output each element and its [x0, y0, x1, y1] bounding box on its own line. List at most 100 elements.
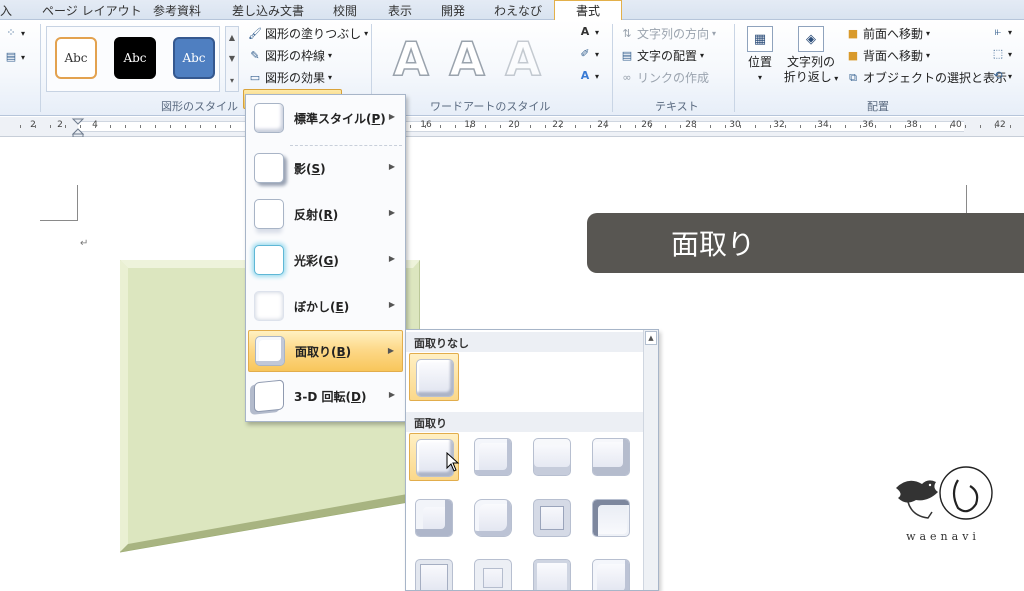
submenu-arrow-icon: ▶	[388, 162, 395, 171]
tab-view[interactable]: 表示	[388, 2, 412, 20]
submenu-arrow-icon: ▶	[388, 254, 395, 263]
bring-forward-button[interactable]: ■ 前面へ移動 ▾	[846, 25, 930, 42]
group-button[interactable]: ⬚ ▾	[991, 47, 1012, 61]
bevel-option-angle[interactable]	[409, 494, 459, 542]
ruler-tick	[440, 125, 441, 128]
bevel-option-riblet[interactable]	[468, 554, 518, 590]
ruler-tick	[830, 125, 831, 128]
bevel-option-divot[interactable]	[409, 554, 459, 590]
bevel-option-art-deco[interactable]	[586, 554, 636, 590]
shape-outline-button[interactable]: ✎ 図形の枠線 ▾	[248, 47, 332, 64]
wordart-style-3[interactable]: A	[500, 33, 546, 85]
text-fill-icon: A	[580, 25, 590, 38]
edit-shape-button[interactable]: ⁘ ▾	[4, 26, 25, 40]
menu-item-bevel[interactable]: 面取り(B) ▶	[248, 330, 403, 372]
ruler-tick	[920, 125, 921, 128]
tab-mailings[interactable]: 差し込み文書	[232, 2, 304, 20]
rotate-button[interactable]: ⟲ ▾	[991, 69, 1012, 83]
text-direction-button[interactable]: ⇅ 文字列の方向 ▾	[620, 25, 716, 42]
align-text-label: 文字の配置	[637, 49, 698, 63]
bevel-option-hard-edge[interactable]	[527, 554, 577, 590]
bevel-preview	[533, 559, 571, 590]
menu-item-preset[interactable]: 標準スタイル(P) ▶	[248, 97, 403, 139]
ruler-tick	[680, 125, 681, 128]
position-icon: ▦	[747, 26, 773, 52]
shape-style-gallery-scroll[interactable]: ▲ ▼ ▾	[225, 26, 239, 92]
tab-references[interactable]: 参考資料	[153, 2, 201, 20]
bevel-preview	[592, 559, 630, 590]
mouse-cursor-icon	[446, 452, 460, 472]
scroll-down-icon[interactable]: ▼	[229, 54, 235, 63]
wordart-style-1[interactable]: A	[388, 33, 434, 85]
ribbon: ⁘ ▾ ▤ ▾ Abc Abc Abc ▲ ▼ ▾ 🖌 図形の塗りつぶし ▾ ✎ 図…	[0, 20, 1024, 116]
ruler-tick-label: 34	[817, 120, 829, 130]
tab-page-layout[interactable]: ページ レイアウト	[42, 2, 142, 20]
bring-forward-label: 前面へ移動	[863, 27, 924, 41]
ruler-text-area	[78, 121, 964, 132]
tab-developer[interactable]: 開発	[441, 2, 465, 20]
bevel-option-none[interactable]	[409, 353, 459, 401]
scroll-up-icon[interactable]: ▲	[229, 33, 235, 42]
soft-edges-icon	[254, 291, 284, 321]
tab-review[interactable]: 校閲	[333, 2, 357, 20]
align-icon: ⫦	[994, 25, 1002, 38]
align-button[interactable]: ⫦ ▾	[991, 25, 1012, 39]
ruler-tick	[605, 125, 606, 128]
text-effects-button[interactable]: A ▾	[578, 69, 599, 83]
shape-fill-button[interactable]: 🖌 図形の塗りつぶし ▾	[248, 25, 368, 42]
bevel-option-convex[interactable]	[527, 494, 577, 542]
text-box-button[interactable]: ▤ ▾	[4, 50, 25, 64]
tab-format[interactable]: 書式	[554, 0, 622, 21]
paragraph-mark-icon: ↵	[80, 238, 89, 249]
text-direction-label: 文字列の方向	[637, 27, 710, 41]
ruler-tick	[455, 125, 456, 128]
submenu-arrow-icon: ▶	[388, 390, 395, 399]
align-text-button[interactable]: ▤ 文字の配置 ▾	[620, 47, 704, 64]
paint-bucket-icon: 🖌	[248, 26, 262, 40]
horizontal-ruler[interactable]: 2241618202224262830323436384042	[0, 117, 1024, 137]
tab-waenavi[interactable]: わえなび	[494, 2, 542, 20]
bevel-option-cool-slant[interactable]	[586, 433, 636, 481]
shape-effects-button[interactable]: ▭ 図形の効果 ▾	[248, 69, 332, 86]
bring-forward-icon: ■	[847, 26, 859, 40]
bevel-preview	[592, 438, 630, 476]
create-link-button[interactable]: ∞ リンクの作成	[620, 69, 709, 86]
shape-style-preset-1[interactable]: Abc	[55, 37, 97, 79]
tab-insert[interactable]: 入	[0, 2, 12, 20]
shape-style-preset-2[interactable]: Abc	[114, 37, 156, 79]
bevel-option-soft-round[interactable]	[468, 494, 518, 542]
ribbon-tab-row: 入 ページ レイアウト 参考資料 差し込み文書 校閲 表示 開発 わえなび 書式	[0, 0, 1024, 21]
text-fill-button[interactable]: A ▾	[578, 25, 599, 39]
bevel-option-cross[interactable]	[527, 433, 577, 481]
bevel-gallery-scrollbar[interactable]: ▲	[643, 330, 658, 590]
menu-item-soft-edges[interactable]: ぼかし(E) ▶	[248, 285, 403, 327]
selection-pane-button[interactable]: ⧉ オブジェクトの選択と表示	[846, 69, 1007, 86]
align-text-icon: ▤	[621, 48, 633, 62]
link-icon: ∞	[622, 70, 632, 84]
bevel-option-slope[interactable]	[586, 494, 636, 542]
scroll-up-icon[interactable]: ▲	[645, 331, 657, 345]
menu-item-preset-label: 標準スタイル(P)	[294, 111, 386, 126]
bevel-preview	[533, 438, 571, 476]
text-direction-icon: ⇅	[622, 26, 632, 40]
menu-item-reflection[interactable]: 反射(R) ▶	[248, 193, 403, 235]
menu-item-shadow[interactable]: 影(S) ▶	[248, 147, 403, 189]
wrap-text-button[interactable]: ◈ 文字列の 折り返し ▾	[783, 26, 839, 86]
bevel-option-relaxed-inset[interactable]	[468, 433, 518, 481]
bevel-preview	[474, 499, 512, 537]
ruler-tick	[485, 125, 486, 128]
wrap-text-label-2: 折り返し	[783, 70, 832, 84]
indent-marker-icon[interactable]	[71, 118, 85, 137]
text-outline-button[interactable]: ✐ ▾	[578, 47, 599, 61]
ruler-tick	[890, 125, 891, 128]
shape-style-preset-3[interactable]: Abc	[173, 37, 215, 79]
wordart-style-2[interactable]: A	[444, 33, 490, 85]
gallery-more-icon[interactable]: ▾	[230, 76, 234, 85]
menu-item-glow[interactable]: 光彩(G) ▶	[248, 239, 403, 281]
ruler-tick-label: 24	[597, 120, 609, 130]
send-backward-button[interactable]: ■ 背面へ移動 ▾	[846, 47, 930, 64]
menu-item-3d-rotation[interactable]: 3-D 回転(D) ▶	[248, 375, 403, 417]
ruler-tick	[800, 125, 801, 128]
shape-styles-group-label: 図形のスタイル	[161, 100, 238, 113]
position-button[interactable]: ▦ 位置 ▾	[742, 26, 778, 85]
